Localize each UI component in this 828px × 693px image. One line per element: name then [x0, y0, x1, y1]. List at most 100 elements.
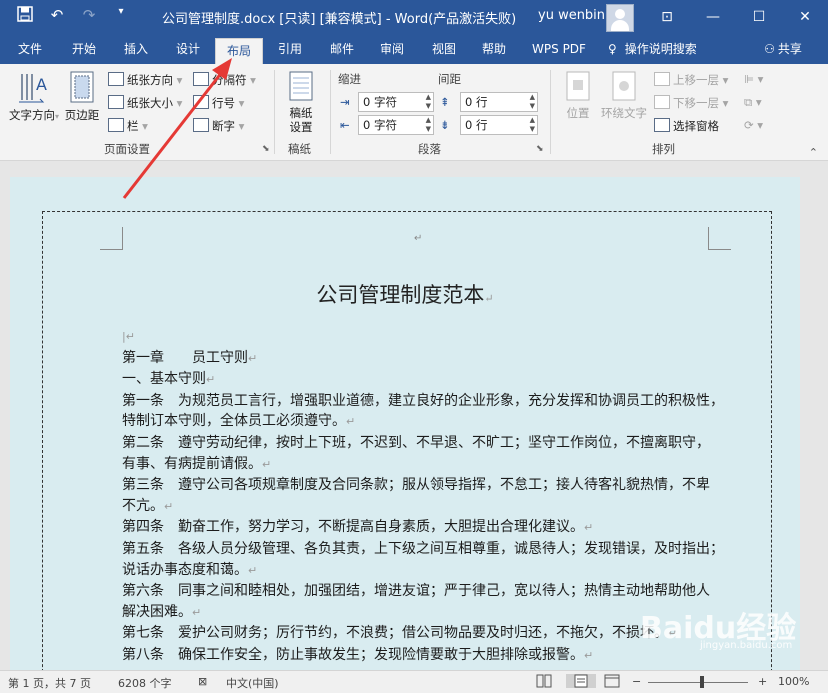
tab-design[interactable]: 设计: [166, 34, 210, 64]
group-label-page-setup: 页面设置: [104, 142, 150, 156]
manuscript-button[interactable]: 稿纸 设置: [280, 70, 322, 134]
zoom-in-icon[interactable]: +: [758, 675, 767, 688]
paragraph: 第三条 遵守公司各项规章制度及合同条款；服从领导指挥，不怠工；接人待客礼貌热情，…: [122, 475, 722, 496]
margins-button[interactable]: 页边距: [62, 70, 102, 122]
tab-home[interactable]: 开始: [62, 34, 106, 64]
selection-pane-icon: [654, 118, 670, 132]
rotate-icon[interactable]: ⟳ ▾: [744, 118, 763, 132]
send-backward-button[interactable]: 下移一层 ▾: [654, 95, 728, 111]
group-objects-icon[interactable]: ⧉ ▾: [744, 95, 762, 110]
hyphenation-button[interactable]: 断字 ▾: [193, 118, 244, 134]
indent-heading: 缩进: [338, 72, 361, 86]
paragraph: 特制订本守则，全体员工必须遵守。↵: [122, 413, 356, 430]
paragraph: 第六条 同事之间和睦相处，加强团结，增进友谊；严于律己，宽以待人；热情主动地帮助…: [122, 581, 722, 602]
columns-button[interactable]: 栏 ▾: [108, 118, 148, 134]
group-divider: [550, 70, 551, 154]
paragraph-launcher-icon[interactable]: ⬊: [536, 144, 544, 154]
paragraph: 说话办事态度和蔼。↵: [122, 561, 258, 578]
group-label-paragraph: 段落: [418, 142, 441, 156]
collapse-ribbon-icon[interactable]: ⌃: [809, 146, 818, 159]
zoom-out-icon[interactable]: −: [632, 675, 641, 688]
paragraph: 不亢。↵: [122, 497, 174, 514]
crop-mark: [708, 227, 731, 250]
tab-file[interactable]: 文件: [8, 34, 52, 64]
manuscript-icon: [289, 71, 313, 101]
orientation-button[interactable]: 纸张方向 ▾: [108, 72, 182, 88]
proofing-icon[interactable]: ⊠: [198, 675, 207, 688]
customize-icon[interactable]: ▾: [110, 6, 132, 26]
user-name[interactable]: yu wenbin: [538, 8, 605, 23]
line-numbers-button[interactable]: 行号 ▾: [193, 95, 244, 111]
document-body[interactable]: |↵ 第一章 员工守则↵ 一、基本守则↵ 第一条 为规范员工言行，增强职业道德，…: [122, 326, 724, 667]
tab-help[interactable]: 帮助: [474, 34, 514, 64]
page-count[interactable]: 第 1 页，共 7 页: [8, 675, 91, 691]
read-mode-icon[interactable]: [536, 674, 552, 688]
spacing-heading: 间距: [438, 72, 461, 86]
page-setup-launcher-icon[interactable]: ⬊: [262, 144, 270, 154]
close-icon[interactable]: ✕: [782, 0, 828, 34]
spinner-arrows-icon[interactable]: ▲ ▼: [530, 93, 535, 111]
document-title[interactable]: 公司管理制度范本↵: [10, 279, 800, 309]
paragraph: 第八条 确保工作安全，防止事故发生；发现险情要敢于大胆排除或报警。↵: [122, 646, 594, 663]
maximize-icon[interactable]: ☐: [736, 0, 782, 34]
zoom-level[interactable]: 100%: [778, 675, 809, 688]
paragraph-text: 第六条 同事之间和睦相处，加强团结，增进友谊；严于律己，宽以待人；热情主动地帮助…: [122, 583, 710, 600]
word-count[interactable]: 6208 个字: [118, 675, 172, 691]
ribbon-layout: A 文字方向▾ 页边距 纸张方向 ▾ 纸张大小 ▾ 栏 ▾ 分隔符 ▾ 行号 ▾…: [0, 64, 828, 161]
tab-wps-pdf[interactable]: WPS PDF: [526, 34, 592, 64]
save-icon[interactable]: [14, 6, 36, 26]
ribbon-display-icon[interactable]: ⊡: [644, 0, 690, 34]
tab-mailings[interactable]: 邮件: [322, 34, 362, 64]
size-button[interactable]: 纸张大小 ▾: [108, 95, 182, 111]
share-button[interactable]: ⚇ 共享: [756, 34, 810, 64]
bring-forward-button[interactable]: 上移一层 ▾: [654, 72, 728, 88]
text-direction-button[interactable]: A 文字方向▾: [8, 70, 60, 124]
window-controls: ⊡ — ☐ ✕: [644, 0, 828, 34]
paragraph: 解决困难。↵: [122, 603, 202, 620]
avatar[interactable]: [606, 4, 634, 32]
tab-review[interactable]: 审阅: [372, 34, 412, 64]
watermark-url: jingyan.baidu.com: [700, 640, 793, 651]
indent-right-input[interactable]: 0 字符 ▲ ▼: [358, 115, 434, 135]
document-title-text: 公司管理制度范本: [316, 283, 485, 307]
indent-left-input[interactable]: 0 字符 ▲ ▼: [358, 92, 434, 112]
print-layout-icon[interactable]: [566, 674, 596, 688]
bring-forward-label: 上移一层: [673, 73, 719, 87]
header-paragraph-mark: ↵: [414, 233, 423, 244]
document-page[interactable]: ↵ 公司管理制度范本↵ |↵ 第一章 员工守则↵ 一、基本守则↵ 第一条 为规范…: [10, 177, 800, 682]
spinner-arrows-icon[interactable]: ▲ ▼: [426, 116, 431, 134]
paragraph: 第七条 爱护公司财务；厉行节约，不浪费；借公司物品要及时归还，不拖欠，不损坏。↵: [122, 625, 678, 642]
send-backward-label: 下移一层: [673, 96, 719, 110]
minimize-icon[interactable]: —: [690, 0, 736, 34]
spinner-arrows-icon[interactable]: ▲ ▼: [426, 93, 431, 111]
position-button[interactable]: 位置: [558, 70, 598, 120]
tab-references[interactable]: 引用: [270, 34, 310, 64]
paragraph-text: 有事、有病提前请假。: [122, 455, 262, 472]
paragraph: 一、基本守则↵: [122, 371, 216, 388]
send-backward-icon: [654, 95, 670, 109]
spinner-arrows-icon[interactable]: ▲ ▼: [530, 116, 535, 134]
tell-me-search[interactable]: ♀ 操作说明搜索: [608, 34, 720, 64]
undo-icon[interactable]: ↶: [46, 6, 68, 26]
spacing-after-input[interactable]: 0 行 ▲ ▼: [460, 115, 538, 135]
wrap-text-button[interactable]: 环绕文字: [598, 70, 650, 120]
zoom-slider-thumb[interactable]: [700, 676, 704, 688]
web-layout-icon[interactable]: [604, 674, 620, 688]
language-indicator[interactable]: 中文(中国): [226, 675, 279, 691]
tab-insert[interactable]: 插入: [114, 34, 158, 64]
redo-icon[interactable]: ↷: [78, 6, 100, 26]
window-title: 公司管理制度.docx [只读] [兼容模式] - Word(产品激活失败): [162, 12, 517, 27]
breaks-button[interactable]: 分隔符 ▾: [193, 72, 256, 88]
manuscript-label-2: 设置: [289, 120, 313, 134]
tab-layout[interactable]: 布局: [215, 38, 263, 65]
bring-forward-icon: [654, 72, 670, 86]
paragraph-text: 第一章 员工守则: [122, 349, 248, 366]
tab-view[interactable]: 视图: [424, 34, 464, 64]
selection-pane-button[interactable]: 选择窗格: [654, 118, 719, 134]
spacing-before-input[interactable]: 0 行 ▲ ▼: [460, 92, 538, 112]
align-icon[interactable]: ⊫ ▾: [744, 72, 763, 86]
paragraph: 第五条 各级人员分级管理、各负其责，上下级之间互相尊重，诚恳待人；发现错误，及时…: [122, 539, 724, 560]
paragraph: 第四条 勤奋工作，努力学习，不断提高自身素质，大胆提出合理化建议。↵: [122, 519, 594, 536]
zoom-slider[interactable]: [648, 682, 748, 683]
hyphenation-icon: [193, 118, 209, 132]
